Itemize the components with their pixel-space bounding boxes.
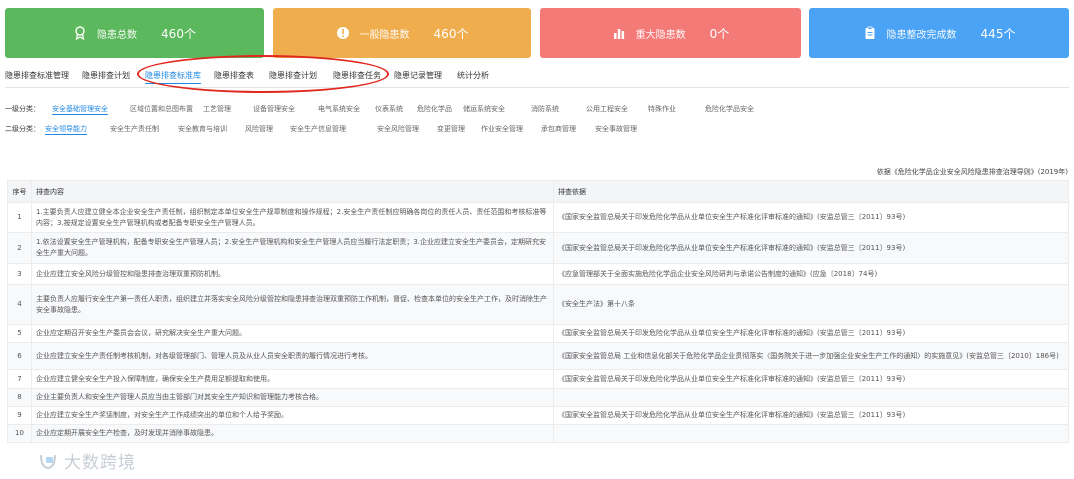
row-content: 企业应建立安全生产奖惩制度，对安全生产工作成绩突出的单位和个人给予奖励。: [31, 406, 554, 425]
filter-item[interactable]: 安全事故管理: [595, 124, 637, 134]
tab-checklist[interactable]: 隐患排查表: [214, 70, 254, 81]
row-content: 企业主要负责人和安全生产管理人员应当由主管部门对其安全生产知识和管理能力考核合格…: [31, 388, 554, 407]
row-basis: 《国家安全监管总局关于印发危险化学品从业单位安全生产标准化评审标准的通知》(安监…: [553, 324, 1069, 343]
clipboard-icon: [863, 26, 877, 40]
table-row[interactable]: 4 主要负责人应履行安全生产第一责任人职责，组织建立并落实安全风险分级管控和隐患…: [7, 284, 1069, 325]
table-row[interactable]: 1 1.主要负责人应建立健全本企业安全生产责任制，组织制定本单位安全生产规章制度…: [7, 202, 1069, 233]
row-basis: [553, 388, 1069, 407]
filter-item[interactable]: 公用工程安全: [586, 104, 628, 114]
filter-item[interactable]: 危险化学品: [417, 104, 452, 114]
filter-item[interactable]: 安全风险管理: [377, 124, 419, 134]
row-content: 1.主要负责人应建立健全本企业安全生产责任制，组织制定本单位安全生产规章制度和操…: [31, 202, 554, 233]
filter-item[interactable]: 储运系统安全: [463, 104, 505, 114]
row-number: 3: [7, 263, 32, 285]
row-basis: 《应急管理部关于全面实施危险化学品企业安全风险研判与承诺公告制度的通知》(应急〔…: [553, 263, 1069, 285]
row-number: 4: [7, 284, 32, 325]
row-number: 9: [7, 406, 32, 425]
filter-item[interactable]: 安全教育与培训: [178, 124, 227, 134]
alert-icon: [336, 26, 350, 40]
row-basis: 《国家安全监管总局关于印发危险化学品从业单位安全生产标准化评审标准的通知》(安监…: [553, 369, 1069, 389]
col-header: 排查内容: [31, 180, 554, 203]
row-content: 企业应建立安全风险分级管控和隐患排查治理双重预防机制。: [31, 263, 554, 285]
stat-cards: 隐患总数 460个 一般隐患数 460个 重大隐患数 0个 隐患整改完成数 44…: [5, 8, 1069, 58]
row-content: 1.依法设置安全生产管理机构，配备专职安全生产管理人员；2.安全生产管理机构和安…: [31, 232, 554, 264]
filter-item[interactable]: 安全生产责任制: [110, 124, 159, 134]
bar-chart-icon: [612, 26, 626, 40]
filter-item[interactable]: 仪表系统: [375, 104, 403, 114]
filter-item[interactable]: 安全领导能力: [45, 124, 87, 135]
row-content: 企业应定期开展安全生产检查，及时发现并消除事故隐患。: [31, 424, 554, 443]
row-number: 10: [7, 424, 32, 443]
row-basis: 《国家安全监管总局 工业和信息化部关于危险化学品企业贯彻落实〈国务院关于进一步加…: [553, 342, 1069, 370]
filter-label: 一级分类：: [5, 105, 40, 113]
filter-item[interactable]: 风险管理: [245, 124, 273, 134]
row-number: 8: [7, 388, 32, 407]
tab-statistics[interactable]: 统计分析: [457, 70, 489, 81]
row-content: 主要负责人应履行安全生产第一责任人职责，组织建立并落实安全风险分级管控和隐患排查…: [31, 284, 554, 325]
row-basis: 《国家安全监管总局关于印发危险化学品从业单位安全生产标准化评审标准的通知》(安监…: [553, 232, 1069, 264]
table-row[interactable]: 9 企业应建立安全生产奖惩制度，对安全生产工作成绩突出的单位和个人给予奖励。 《…: [7, 406, 1069, 425]
table-row[interactable]: 10 企业应定期开展安全生产检查，及时发现并消除事故隐患。: [7, 424, 1069, 443]
card-value: 460个: [161, 26, 196, 41]
watermark-text: 大数跨境: [64, 453, 136, 473]
filter-item[interactable]: 变更管理: [437, 124, 465, 134]
tab-plan[interactable]: 隐患排查计划: [82, 70, 130, 81]
table-row[interactable]: 6 企业应建立安全生产责任制考核机制，对各级管理部门、管理人员及从业人员安全职责…: [7, 342, 1069, 370]
card-value: 0个: [709, 26, 730, 41]
filter-item[interactable]: 危险化学品安全: [705, 104, 754, 114]
card-general-hazards[interactable]: 一般隐患数 460个: [273, 8, 531, 58]
award-icon: [73, 26, 87, 40]
row-number: 5: [7, 324, 32, 343]
row-basis: 《安全生产法》第十八条: [553, 284, 1069, 325]
watermark: 大数跨境: [38, 448, 136, 473]
tab-plan-2[interactable]: 隐患排查计划: [269, 70, 317, 81]
filter-item[interactable]: 作业安全管理: [481, 124, 523, 134]
row-content: 企业应建立安全生产责任制考核机制，对各级管理部门、管理人员及从业人员安全职责的履…: [31, 342, 554, 370]
row-number: 1: [7, 202, 32, 233]
card-major-hazards[interactable]: 重大隐患数 0个: [540, 8, 801, 58]
basis-note: 依据《危险化学品企业安全风险隐患排查治理导则》(2019年): [876, 168, 1068, 176]
card-value: 445个: [980, 26, 1016, 41]
filter-item[interactable]: 安全基础管理安全: [52, 104, 108, 115]
col-header: 排查依据: [553, 180, 1069, 203]
row-basis: [553, 424, 1069, 443]
row-number: 6: [7, 342, 32, 370]
card-value: 460个: [433, 26, 469, 41]
brand-logo-icon: [38, 451, 58, 471]
filter-item[interactable]: 设备管理安全: [253, 104, 295, 114]
table-row[interactable]: 5 企业应定期召开安全生产委员会会议，研究解决安全生产重大问题。 《国家安全监管…: [7, 324, 1069, 343]
filter-item[interactable]: 电气系统安全: [318, 104, 360, 114]
module-tabs: 隐患排查标准管理 隐患排查计划 隐患排查标准库 隐患排查表 隐患排查计划 隐患排…: [5, 66, 1069, 88]
tab-task[interactable]: 隐患排查任务: [333, 70, 381, 81]
tab-records[interactable]: 隐患记录管理: [394, 70, 442, 81]
tab-standard-library[interactable]: 隐患排查标准库: [145, 70, 201, 84]
filter-item[interactable]: 消防系统: [531, 104, 559, 114]
row-content: 企业应建立健全安全生产投入保障制度，确保安全生产费用足额提取和使用。: [31, 369, 554, 389]
card-rectified-hazards[interactable]: 隐患整改完成数 445个: [809, 8, 1069, 58]
filter-item[interactable]: 承包商管理: [541, 124, 576, 134]
row-basis: 《国家安全监管总局关于印发危险化学品从业单位安全生产标准化评审标准的通知》(安监…: [553, 202, 1069, 233]
row-number: 7: [7, 369, 32, 389]
card-total-hazards[interactable]: 隐患总数 460个: [5, 8, 264, 58]
row-number: 2: [7, 232, 32, 264]
filter-item[interactable]: 安全生产信息管理: [290, 124, 346, 134]
standard-table: 序号 排查内容 排查依据 1 1.主要负责人应建立健全本企业安全生产责任制，组织…: [7, 180, 1069, 443]
tab-standard-management[interactable]: 隐患排查标准管理: [5, 70, 69, 81]
filter-item[interactable]: 工艺管理: [203, 104, 231, 114]
card-label: 隐患整改完成数: [886, 29, 957, 41]
table-row[interactable]: 8 企业主要负责人和安全生产管理人员应当由主管部门对其安全生产知识和管理能力考核…: [7, 388, 1069, 407]
table-row[interactable]: 2 1.依法设置安全生产管理机构，配备专职安全生产管理人员；2.安全生产管理机构…: [7, 232, 1069, 264]
card-label: 一般隐患数: [359, 29, 410, 41]
table-row[interactable]: 3 企业应建立安全风险分级管控和隐患排查治理双重预防机制。 《应急管理部关于全面…: [7, 263, 1069, 285]
row-content: 企业应定期召开安全生产委员会会议，研究解决安全生产重大问题。: [31, 324, 554, 343]
filter-item[interactable]: 特殊作业: [648, 104, 676, 114]
filter-item[interactable]: 区域位置和总图布置: [130, 104, 193, 114]
filter-label: 二级分类：: [5, 125, 40, 133]
card-label: 重大隐患数: [635, 29, 686, 41]
table-row[interactable]: 7 企业应建立健全安全生产投入保障制度，确保安全生产费用足额提取和使用。 《国家…: [7, 369, 1069, 389]
table-header-row: 序号 排查内容 排查依据: [7, 180, 1069, 203]
row-basis: 《国家安全监管总局关于印发危险化学品从业单位安全生产标准化评审标准的通知》(安监…: [553, 406, 1069, 425]
col-header: 序号: [7, 180, 32, 203]
card-label: 隐患总数: [97, 29, 138, 41]
